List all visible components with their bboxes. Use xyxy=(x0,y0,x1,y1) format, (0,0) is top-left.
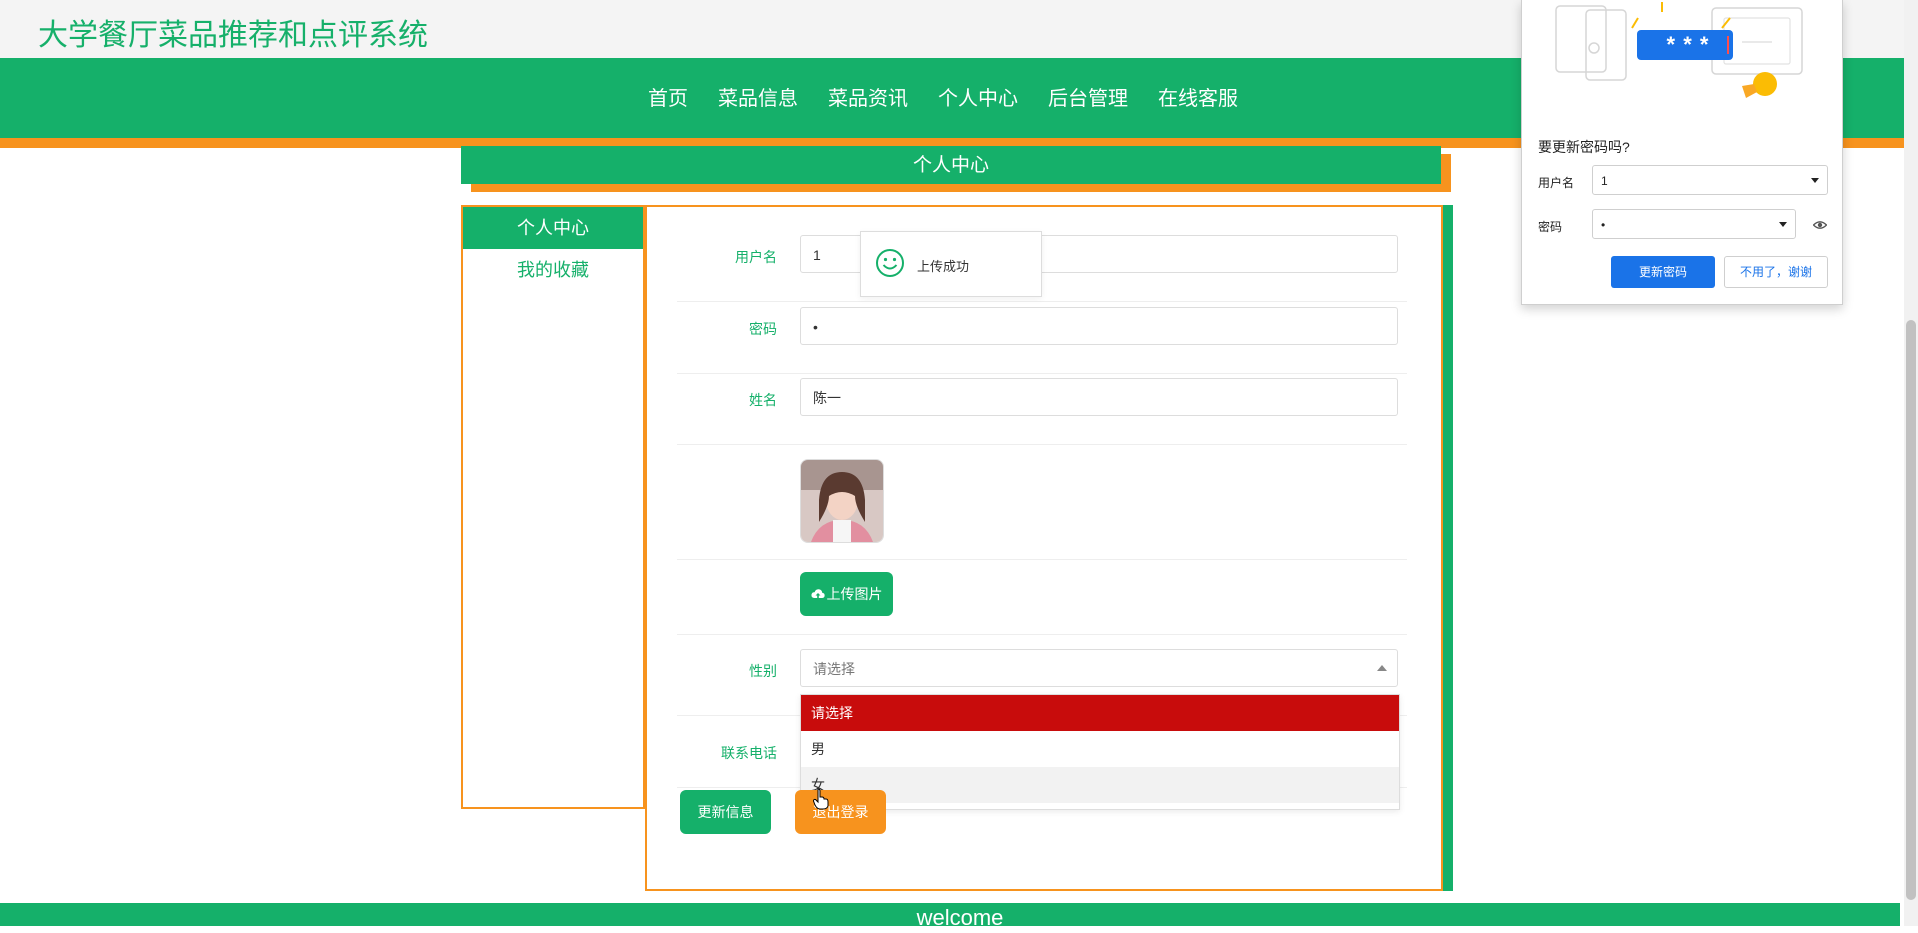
update-info-button[interactable]: 更新信息 xyxy=(680,790,771,834)
hand-cursor-icon xyxy=(813,788,829,810)
nav-menu: 首页 菜品信息 菜品资讯 个人中心 后台管理 在线客服 xyxy=(648,82,1238,111)
password-row: 密码 • xyxy=(677,307,1407,374)
caret-down-icon xyxy=(1779,222,1787,227)
name-label: 姓名 xyxy=(749,392,777,408)
gender-select[interactable]: 请选择 xyxy=(800,649,1398,687)
upload-image-label: 上传图片 xyxy=(826,586,883,602)
section-title: 个人中心 xyxy=(912,155,989,176)
password-update-popup: * * * 要更新密码吗? 用户名 1 密码 • 更新密码 不用了，谢谢 xyxy=(1521,0,1843,305)
scrollbar-thumb[interactable] xyxy=(1906,320,1916,900)
site-title: 大学餐厅菜品推荐和点评系统 xyxy=(38,19,428,52)
section-header: 个人中心 xyxy=(461,146,1441,184)
gender-label: 性别 xyxy=(749,663,777,679)
popup-username-field[interactable]: 1 xyxy=(1592,165,1828,195)
chevron-up-icon xyxy=(1377,665,1387,671)
popup-username-label: 用户名 xyxy=(1538,176,1575,190)
sidebar-item-personal-center[interactable]: 个人中心 xyxy=(463,207,643,249)
upload-image-button[interactable]: 上传图片 xyxy=(800,572,893,616)
avatar-image xyxy=(801,460,883,542)
phone-label: 联系电话 xyxy=(721,745,777,761)
username-row: 用户名 1 xyxy=(677,235,1407,302)
nav-personal-center[interactable]: 个人中心 xyxy=(938,82,1018,111)
name-row: 姓名 陈一 xyxy=(677,378,1407,445)
popup-username-value: 1 xyxy=(1601,174,1608,188)
gender-dropdown: 请选择 男 女 xyxy=(800,694,1400,810)
upload-success-toast: 上传成功 xyxy=(860,231,1042,297)
name-input[interactable]: 陈一 xyxy=(800,378,1398,416)
nav-home[interactable]: 首页 xyxy=(648,82,688,111)
illustration-asterisks: * * * xyxy=(1666,32,1710,57)
no-thanks-button[interactable]: 不用了，谢谢 xyxy=(1724,256,1828,288)
nav-dish-info[interactable]: 菜品信息 xyxy=(718,82,798,111)
page-scrollbar[interactable] xyxy=(1904,0,1918,926)
username-label: 用户名 xyxy=(735,249,777,265)
popup-password-field[interactable]: • xyxy=(1592,209,1796,239)
nav-admin[interactable]: 后台管理 xyxy=(1048,82,1128,111)
gender-option-female[interactable]: 女 xyxy=(801,767,1399,803)
popup-question: 要更新密码吗? xyxy=(1538,139,1630,155)
popup-password-value: • xyxy=(1601,218,1606,232)
password-label: 密码 xyxy=(749,321,777,337)
cloud-upload-icon xyxy=(810,589,825,598)
popup-password-label: 密码 xyxy=(1538,220,1563,234)
nav-customer-service[interactable]: 在线客服 xyxy=(1158,82,1238,111)
sidebar-item-favorites[interactable]: 我的收藏 xyxy=(463,249,643,291)
update-password-button[interactable]: 更新密码 xyxy=(1611,256,1715,288)
gender-option-male[interactable]: 男 xyxy=(801,731,1399,767)
avatar-row xyxy=(677,459,1407,560)
upload-row: 上传图片 xyxy=(677,572,1407,635)
toast-message: 上传成功 xyxy=(917,259,970,274)
gender-option-placeholder[interactable]: 请选择 xyxy=(801,695,1399,731)
footer: welcome xyxy=(0,903,1900,930)
eye-icon[interactable] xyxy=(1813,218,1827,232)
gender-select-value: 请选择 xyxy=(813,661,855,677)
password-input[interactable]: • xyxy=(800,307,1398,345)
nav-dish-news[interactable]: 菜品资讯 xyxy=(828,82,908,111)
avatar xyxy=(800,459,884,543)
footer-text: welcome xyxy=(916,905,1004,930)
sidebar: 个人中心 我的收藏 xyxy=(461,205,645,809)
logout-button[interactable]: 退出登录 xyxy=(795,790,886,834)
caret-down-icon xyxy=(1811,178,1819,183)
smile-icon xyxy=(876,249,904,277)
